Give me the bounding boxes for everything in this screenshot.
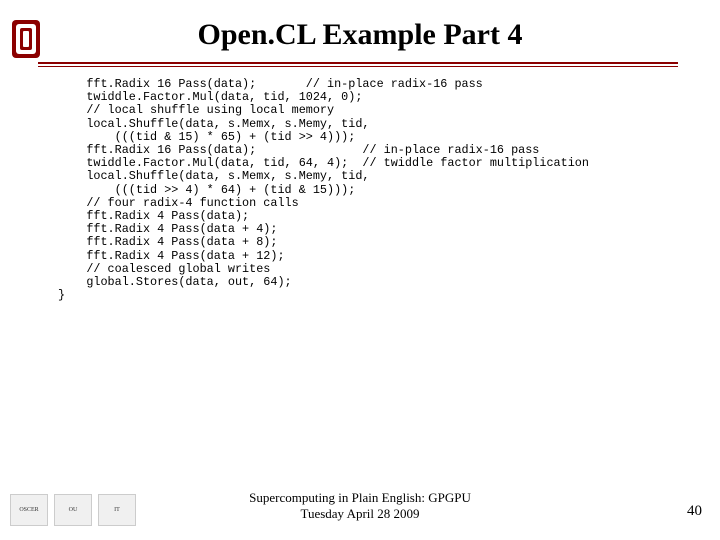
code-line: twiddle.Factor.Mul(data, tid, 64, 4); //… [58, 156, 589, 170]
title-rule-thin [38, 66, 678, 67]
footer: OSCER OU IT Supercomputing in Plain Engl… [0, 478, 720, 528]
code-line: // coalesced global writes [58, 262, 270, 276]
code-line: fft.Radix 4 Pass(data + 4); [58, 222, 277, 236]
code-line: fft.Radix 16 Pass(data); // in-place rad… [58, 77, 483, 91]
code-line: // four radix-4 function calls [58, 196, 299, 210]
code-line: local.Shuffle(data, s.Memx, s.Memy, tid, [58, 117, 370, 131]
code-line: twiddle.Factor.Mul(data, tid, 1024, 0); [58, 90, 362, 104]
code-line: fft.Radix 16 Pass(data); // in-place rad… [58, 143, 539, 157]
code-line: // local shuffle using local memory [58, 103, 334, 117]
footer-line-2: Tuesday April 28 2009 [0, 506, 720, 522]
slide-number: 40 [687, 503, 702, 520]
code-line: } [58, 288, 65, 302]
code-line: local.Shuffle(data, s.Memx, s.Memy, tid, [58, 169, 370, 183]
footer-line-1: Supercomputing in Plain English: GPGPU [0, 490, 720, 506]
code-line: (((tid >> 4) * 64) + (tid & 15))); [58, 183, 355, 197]
code-line: fft.Radix 4 Pass(data); [58, 209, 249, 223]
code-line: (((tid & 15) * 65) + (tid >> 4))); [58, 130, 355, 144]
code-line: global.Stores(data, out, 64); [58, 275, 292, 289]
title-rule [38, 62, 678, 64]
code-block: fft.Radix 16 Pass(data); // in-place rad… [58, 78, 589, 302]
footer-text: Supercomputing in Plain English: GPGPU T… [0, 490, 720, 523]
code-line: fft.Radix 4 Pass(data + 12); [58, 249, 285, 263]
code-line: fft.Radix 4 Pass(data + 8); [58, 235, 277, 249]
page-title: Open.CL Example Part 4 [0, 18, 720, 52]
